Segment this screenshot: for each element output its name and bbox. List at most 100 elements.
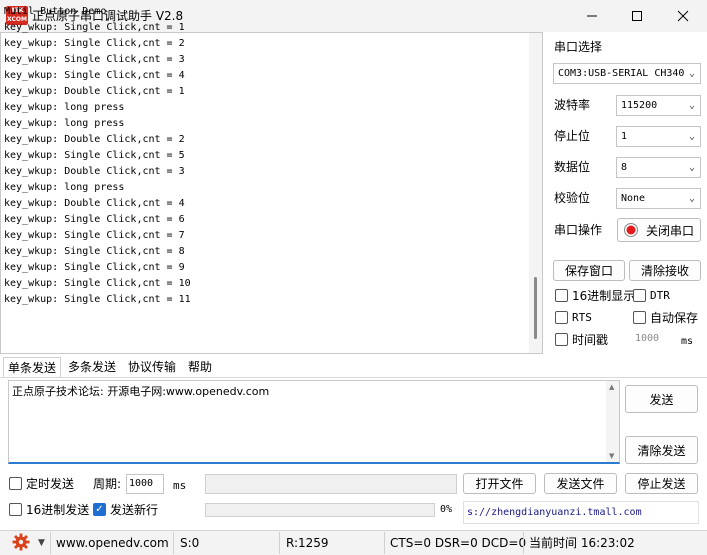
receive-line: key_wkup: Single Click,cnt = 7 bbox=[4, 230, 185, 241]
period-label: 周期: bbox=[93, 477, 122, 491]
period-input[interactable]: 1000 bbox=[126, 474, 164, 494]
period-unit: ms bbox=[173, 479, 187, 492]
status-url[interactable]: www.openedv.com bbox=[56, 535, 169, 551]
rts-label: RTS bbox=[572, 311, 592, 324]
receive-line: key_wkup: Double Click,cnt = 2 bbox=[4, 134, 185, 145]
maximize-button[interactable] bbox=[614, 0, 660, 32]
scroll-down-icon[interactable]: ▼ bbox=[609, 452, 614, 460]
check-icon: ✓ bbox=[95, 504, 104, 515]
hex-display-label: 16进制显示 bbox=[572, 289, 636, 303]
gear-dropdown-icon[interactable]: ▼ bbox=[38, 535, 45, 551]
status-separator bbox=[279, 532, 280, 554]
receive-line: key_wkup: Single Click,cnt = 11 bbox=[4, 294, 191, 305]
file-path-field[interactable] bbox=[205, 474, 457, 494]
status-sent-count: S:0 bbox=[180, 536, 200, 550]
status-separator bbox=[173, 532, 174, 554]
close-button[interactable] bbox=[660, 0, 706, 32]
gear-icon bbox=[12, 533, 30, 551]
stopbits-label: 停止位 bbox=[554, 129, 591, 143]
parity-select[interactable]: None ⌄ bbox=[616, 188, 701, 209]
send-scrollbar[interactable]: ▲ ▼ bbox=[606, 381, 619, 462]
send-text: 正点原子技术论坛: 开源电子网:www.openedv.com bbox=[12, 385, 270, 398]
chevron-down-icon: ⌄ bbox=[688, 68, 695, 79]
minimize-button[interactable] bbox=[569, 0, 615, 32]
autosave-checkbox[interactable] bbox=[633, 311, 646, 324]
receive-log: Mutil Button Demo key_wkup: Single Click,… bbox=[4, 4, 191, 308]
dtr-checkbox[interactable] bbox=[633, 289, 646, 302]
receive-line: key_wkup: Single Click,cnt = 1 bbox=[4, 22, 185, 33]
newline-label: 发送新行 bbox=[110, 503, 159, 517]
record-icon bbox=[624, 223, 638, 237]
close-port-button[interactable]: 关闭串口 bbox=[617, 218, 701, 242]
tab-single-send[interactable]: 单条发送 bbox=[3, 357, 62, 377]
status-received-count: R:1259 bbox=[286, 536, 329, 550]
baud-select[interactable]: 115200 ⌄ bbox=[616, 95, 701, 116]
timestamp-unit: ms bbox=[681, 336, 694, 347]
databits-label: 数据位 bbox=[554, 160, 591, 174]
parity-label: 校验位 bbox=[554, 191, 591, 205]
receive-line: key_wkup: Double Click,cnt = 4 bbox=[4, 198, 185, 209]
clear-send-button[interactable]: 清除发送 bbox=[625, 436, 698, 464]
receive-line: key_wkup: long press bbox=[4, 182, 125, 193]
receive-line: Mutil Button Demo bbox=[4, 6, 107, 17]
receive-line: key_wkup: long press bbox=[4, 118, 125, 129]
status-separator bbox=[523, 532, 524, 554]
rts-checkbox[interactable] bbox=[555, 311, 568, 324]
receive-line: key_wkup: Single Click,cnt = 8 bbox=[4, 246, 185, 257]
stopbits-select[interactable]: 1 ⌄ bbox=[616, 126, 701, 147]
maximize-icon bbox=[632, 11, 642, 21]
progress-percent: 0% bbox=[440, 504, 453, 515]
status-separator bbox=[384, 532, 385, 554]
status-separator bbox=[50, 532, 51, 554]
baud-label: 波特率 bbox=[554, 98, 591, 112]
close-icon bbox=[677, 10, 689, 22]
databits-select[interactable]: 8 ⌄ bbox=[616, 157, 701, 178]
status-modem-lines: CTS=0 DSR=0 DCD=0 bbox=[390, 536, 527, 550]
open-file-button[interactable]: 打开文件 bbox=[463, 473, 536, 494]
chevron-down-icon: ⌄ bbox=[688, 100, 695, 111]
timed-send-label: 定时发送 bbox=[26, 477, 75, 491]
hex-send-label: 16进制发送 bbox=[26, 503, 90, 517]
timed-send-checkbox[interactable] bbox=[9, 477, 22, 490]
timestamp-label: 时间戳 bbox=[572, 333, 609, 347]
scroll-up-icon[interactable]: ▲ bbox=[609, 383, 614, 391]
tab-protocol[interactable]: 协议传输 bbox=[124, 357, 180, 377]
send-progress-bar bbox=[205, 503, 435, 517]
receive-line: key_wkup: Single Click,cnt = 4 bbox=[4, 70, 185, 81]
ad-link[interactable]: s://zhengdianyuanzi.tmall.com bbox=[463, 501, 699, 524]
receive-line: key_wkup: Single Click,cnt = 2 bbox=[4, 38, 185, 49]
receive-line: key_wkup: long press bbox=[4, 102, 125, 113]
receive-line: key_wkup: Single Click,cnt = 10 bbox=[4, 278, 191, 289]
send-file-button[interactable]: 发送文件 bbox=[544, 473, 617, 494]
receive-scroll-thumb[interactable] bbox=[534, 277, 537, 339]
receive-line: key_wkup: Double Click,cnt = 1 bbox=[4, 86, 185, 97]
receive-line: key_wkup: Single Click,cnt = 3 bbox=[4, 54, 185, 65]
receive-line: key_wkup: Single Click,cnt = 5 bbox=[4, 150, 185, 161]
port-label: 串口选择 bbox=[554, 40, 603, 54]
clear-receive-button[interactable]: 清除接收 bbox=[629, 260, 701, 281]
tab-help[interactable]: 帮助 bbox=[184, 357, 216, 377]
newline-checkbox[interactable]: ✓ bbox=[93, 503, 106, 516]
hex-send-checkbox[interactable] bbox=[9, 503, 22, 516]
tab-divider bbox=[0, 377, 707, 378]
timestamp-checkbox[interactable] bbox=[555, 333, 568, 346]
stop-send-button[interactable]: 停止发送 bbox=[625, 473, 698, 494]
minimize-icon bbox=[587, 15, 597, 17]
receive-line: key_wkup: Double Click,cnt = 3 bbox=[4, 166, 185, 177]
chevron-down-icon: ⌄ bbox=[688, 162, 695, 173]
chevron-down-icon: ⌄ bbox=[688, 193, 695, 204]
timestamp-input[interactable]: 1000 bbox=[632, 330, 676, 348]
autosave-label: 自动保存 bbox=[650, 311, 699, 325]
dtr-label: DTR bbox=[650, 289, 670, 302]
tab-multi-send[interactable]: 多条发送 bbox=[64, 357, 120, 377]
send-button[interactable]: 发送 bbox=[625, 385, 698, 413]
port-select[interactable]: COM3:USB-SERIAL CH340 ⌄ bbox=[553, 63, 701, 84]
chevron-down-icon: ⌄ bbox=[688, 131, 695, 142]
receive-line: key_wkup: Single Click,cnt = 6 bbox=[4, 214, 185, 225]
settings-button[interactable] bbox=[12, 533, 30, 554]
operation-label: 串口操作 bbox=[554, 223, 603, 237]
hex-display-checkbox[interactable] bbox=[555, 289, 568, 302]
status-time: 当前时间 16:23:02 bbox=[529, 536, 635, 550]
save-window-button[interactable]: 保存窗口 bbox=[553, 260, 625, 281]
receive-line: key_wkup: Single Click,cnt = 9 bbox=[4, 262, 185, 273]
